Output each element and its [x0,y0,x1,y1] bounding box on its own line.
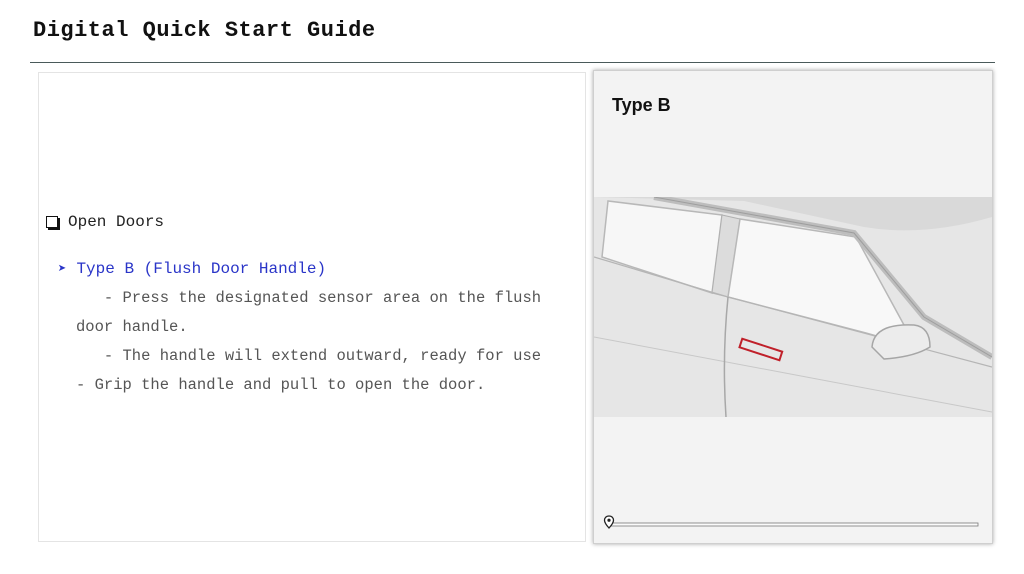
instruction-line: - Grip the handle and pull to open the d… [76,376,486,394]
section-open-doors: Open Doors [46,213,164,231]
location-pin-icon[interactable] [603,515,615,529]
video-title: Type B [612,95,671,115]
video-progress-bar[interactable] [606,517,980,529]
subsection-type-b: ➤ Type B (Flush Door Handle) [58,260,326,278]
instructions-panel [38,72,586,542]
subsection-label: Type B (Flush Door Handle) [76,260,327,278]
video-panel[interactable]: Type B [593,70,993,544]
title-divider [30,62,995,63]
instruction-line: door handle. [76,318,188,336]
page-title: Digital Quick Start Guide [33,18,376,43]
checkbox-icon [46,216,58,228]
instruction-line: - Press the designated sensor area on th… [76,289,542,307]
arrow-bullet-icon: ➤ [58,261,67,278]
section-label: Open Doors [68,213,165,231]
instruction-line: - The handle will extend outward, ready … [76,347,542,365]
car-door-illustration [594,197,992,417]
